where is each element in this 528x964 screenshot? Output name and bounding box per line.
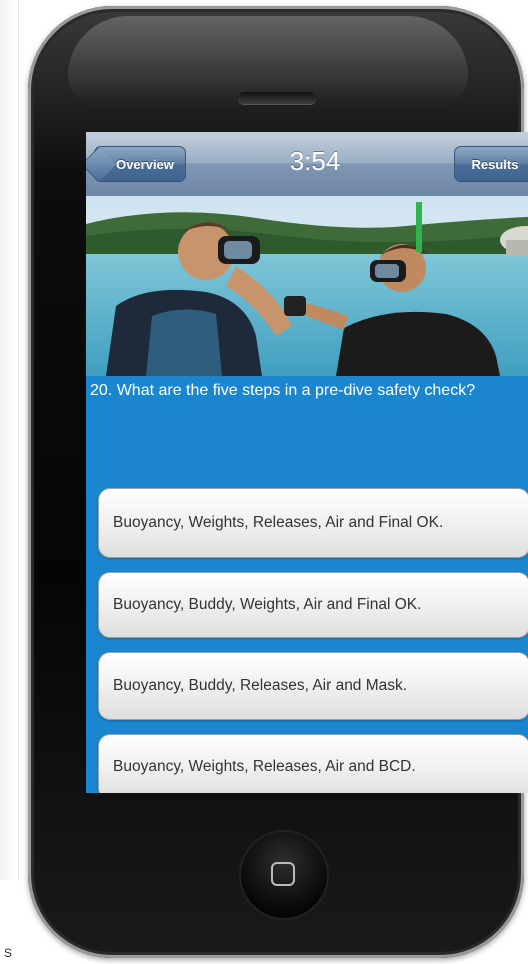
answer-option-3[interactable]: Buoyancy, Buddy, Releases, Air and Mask. [98,652,528,720]
answer-option-1[interactable]: Buoyancy, Weights, Releases, Air and Fin… [98,488,528,558]
answer-option-2[interactable]: Buoyancy, Buddy, Weights, Air and Final … [98,572,528,638]
phone-frame: Overview 3:54 Results 20. What are the f… [28,6,528,958]
answer-option-4[interactable]: Buoyancy, Weights, Releases, Air and BCD… [98,734,528,793]
phone-screen: Overview 3:54 Results 20. What are the f… [86,132,528,793]
question-photo [86,196,528,376]
divers-photo-illustration [86,196,528,376]
navigation-bar: Overview 3:54 Results [86,132,528,197]
home-square-icon [271,862,295,886]
overview-button[interactable]: Overview [94,146,186,182]
page-edge [0,0,19,880]
home-button[interactable] [241,832,327,918]
question-text: 20. What are the five steps in a pre-div… [90,382,476,399]
corner-mark: S [4,946,14,960]
earpiece-speaker [238,92,316,104]
results-button[interactable]: Results [454,146,528,182]
